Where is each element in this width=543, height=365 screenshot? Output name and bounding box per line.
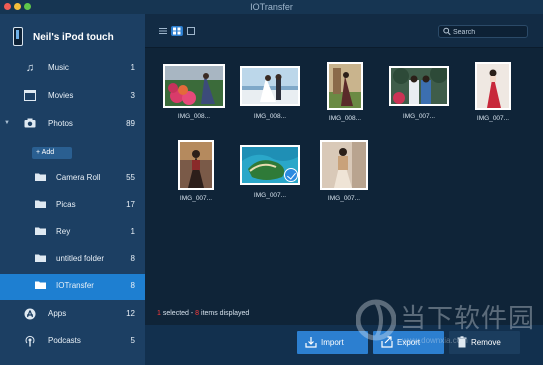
add-album-button[interactable]: + Add bbox=[32, 147, 72, 159]
photo-image bbox=[329, 64, 361, 108]
search-box[interactable] bbox=[438, 25, 528, 38]
sidebar-item-label: Movies bbox=[48, 91, 74, 100]
sidebar-item-movies[interactable]: Movies 3 bbox=[0, 84, 145, 110]
folder-icon bbox=[34, 172, 46, 184]
sidebar-item-count: 5 bbox=[130, 336, 135, 345]
sidebar-item-count: 89 bbox=[126, 119, 135, 128]
sidebar-item-photos[interactable]: ▼ Photos 89 bbox=[0, 112, 145, 138]
sidebar-item-untitled-folder[interactable]: untitled folder 8 bbox=[0, 247, 145, 273]
sidebar-item-apps[interactable]: Apps 12 bbox=[0, 302, 145, 328]
photo-caption: IMG_007... bbox=[179, 195, 213, 202]
list-icon bbox=[159, 28, 167, 34]
sidebar-item-label: Podcasts bbox=[48, 336, 81, 345]
selected-check-icon[interactable] bbox=[284, 168, 298, 182]
sidebar-item-count: 1 bbox=[130, 227, 135, 236]
podcast-icon bbox=[24, 335, 36, 347]
film-icon bbox=[24, 90, 36, 102]
list-view-button[interactable] bbox=[157, 26, 169, 36]
photo-image bbox=[165, 66, 223, 106]
square-icon bbox=[187, 27, 195, 35]
sidebar-item-label: IOTransfer bbox=[56, 281, 94, 290]
sidebar-item-label: Apps bbox=[48, 309, 67, 318]
sidebar-item-count: 8 bbox=[130, 281, 135, 290]
sidebar-item-label: Photos bbox=[48, 119, 73, 128]
title-bar: IOTransfer bbox=[0, 0, 543, 14]
window-title: IOTransfer bbox=[250, 2, 293, 12]
photo-caption: IMG_007... bbox=[327, 195, 361, 202]
photo-caption: IMG_007... bbox=[402, 113, 436, 120]
photo-image bbox=[242, 68, 298, 104]
photo-image bbox=[322, 142, 366, 188]
export-button[interactable]: Export bbox=[373, 331, 444, 354]
selected-text: selected - bbox=[160, 310, 196, 317]
sidebar-item-podcasts[interactable]: Podcasts 5 bbox=[0, 329, 145, 355]
photo-caption: IMG_008... bbox=[253, 113, 287, 120]
music-note-icon: ♫ bbox=[25, 62, 35, 74]
folder-icon bbox=[34, 280, 46, 292]
import-button[interactable]: Import bbox=[297, 331, 368, 354]
grid-icon bbox=[173, 27, 181, 35]
folder-icon bbox=[34, 226, 46, 238]
photo-image bbox=[180, 142, 212, 188]
sidebar-item-label: Music bbox=[48, 63, 69, 72]
ipod-icon bbox=[13, 27, 23, 46]
photo-caption: IMG_008... bbox=[177, 113, 211, 120]
sidebar-item-count: 55 bbox=[126, 173, 135, 182]
import-label: Import bbox=[321, 338, 344, 347]
import-icon bbox=[305, 337, 317, 348]
sidebar-item-rey[interactable]: Rey 1 bbox=[0, 220, 145, 246]
folder-icon bbox=[34, 253, 46, 265]
trash-icon bbox=[457, 336, 467, 348]
selection-status: 1 selected - 8 items displayed bbox=[157, 310, 249, 317]
search-icon bbox=[443, 27, 451, 36]
grid-view-button[interactable] bbox=[171, 26, 183, 36]
sidebar-item-count: 12 bbox=[126, 309, 135, 318]
toolbar bbox=[145, 14, 543, 48]
sidebar-item-label: Picas bbox=[56, 200, 76, 209]
photo-caption: IMG_007... bbox=[476, 115, 510, 122]
search-input[interactable] bbox=[453, 27, 523, 37]
remove-label: Remove bbox=[471, 338, 501, 347]
displayed-text: items displayed bbox=[199, 310, 250, 317]
export-icon bbox=[381, 336, 393, 348]
sidebar-item-label: Rey bbox=[56, 227, 71, 236]
app-store-icon bbox=[24, 308, 36, 320]
sidebar-item-label: untitled folder bbox=[56, 254, 105, 263]
remove-button[interactable]: Remove bbox=[449, 331, 520, 354]
export-label: Export bbox=[397, 338, 421, 347]
sidebar: Neil's iPod touch ♫ Music 1 Movies 3 ▼ P… bbox=[0, 14, 145, 365]
folder-icon bbox=[34, 199, 46, 211]
sidebar-item-count: 17 bbox=[126, 200, 135, 209]
large-thumbnail-view-button[interactable] bbox=[185, 26, 197, 36]
sidebar-item-iotransfer[interactable]: IOTransfer 8 bbox=[0, 274, 145, 300]
device-header[interactable]: Neil's iPod touch bbox=[0, 14, 145, 56]
sidebar-item-label: Camera Roll bbox=[56, 173, 101, 182]
sidebar-item-picas[interactable]: Picas 17 bbox=[0, 193, 145, 219]
sidebar-item-music[interactable]: ♫ Music 1 bbox=[0, 56, 145, 82]
photo-caption: IMG_008... bbox=[328, 115, 362, 122]
action-bar: Import Export Remove bbox=[145, 325, 543, 365]
expand-caret-icon[interactable]: ▼ bbox=[4, 120, 10, 126]
sidebar-item-count: 3 bbox=[130, 91, 135, 100]
sidebar-item-count: 1 bbox=[130, 63, 135, 72]
camera-icon bbox=[24, 118, 36, 130]
photo-image bbox=[391, 68, 447, 104]
photo-image bbox=[477, 64, 509, 108]
sidebar-item-count: 8 bbox=[130, 254, 135, 263]
device-name: Neil's iPod touch bbox=[33, 32, 114, 43]
main-panel: IMG_008... IMG_008... IMG_008... bbox=[145, 14, 543, 365]
photo-caption: IMG_007... bbox=[253, 192, 287, 199]
sidebar-item-camera-roll[interactable]: Camera Roll 55 bbox=[0, 166, 145, 192]
